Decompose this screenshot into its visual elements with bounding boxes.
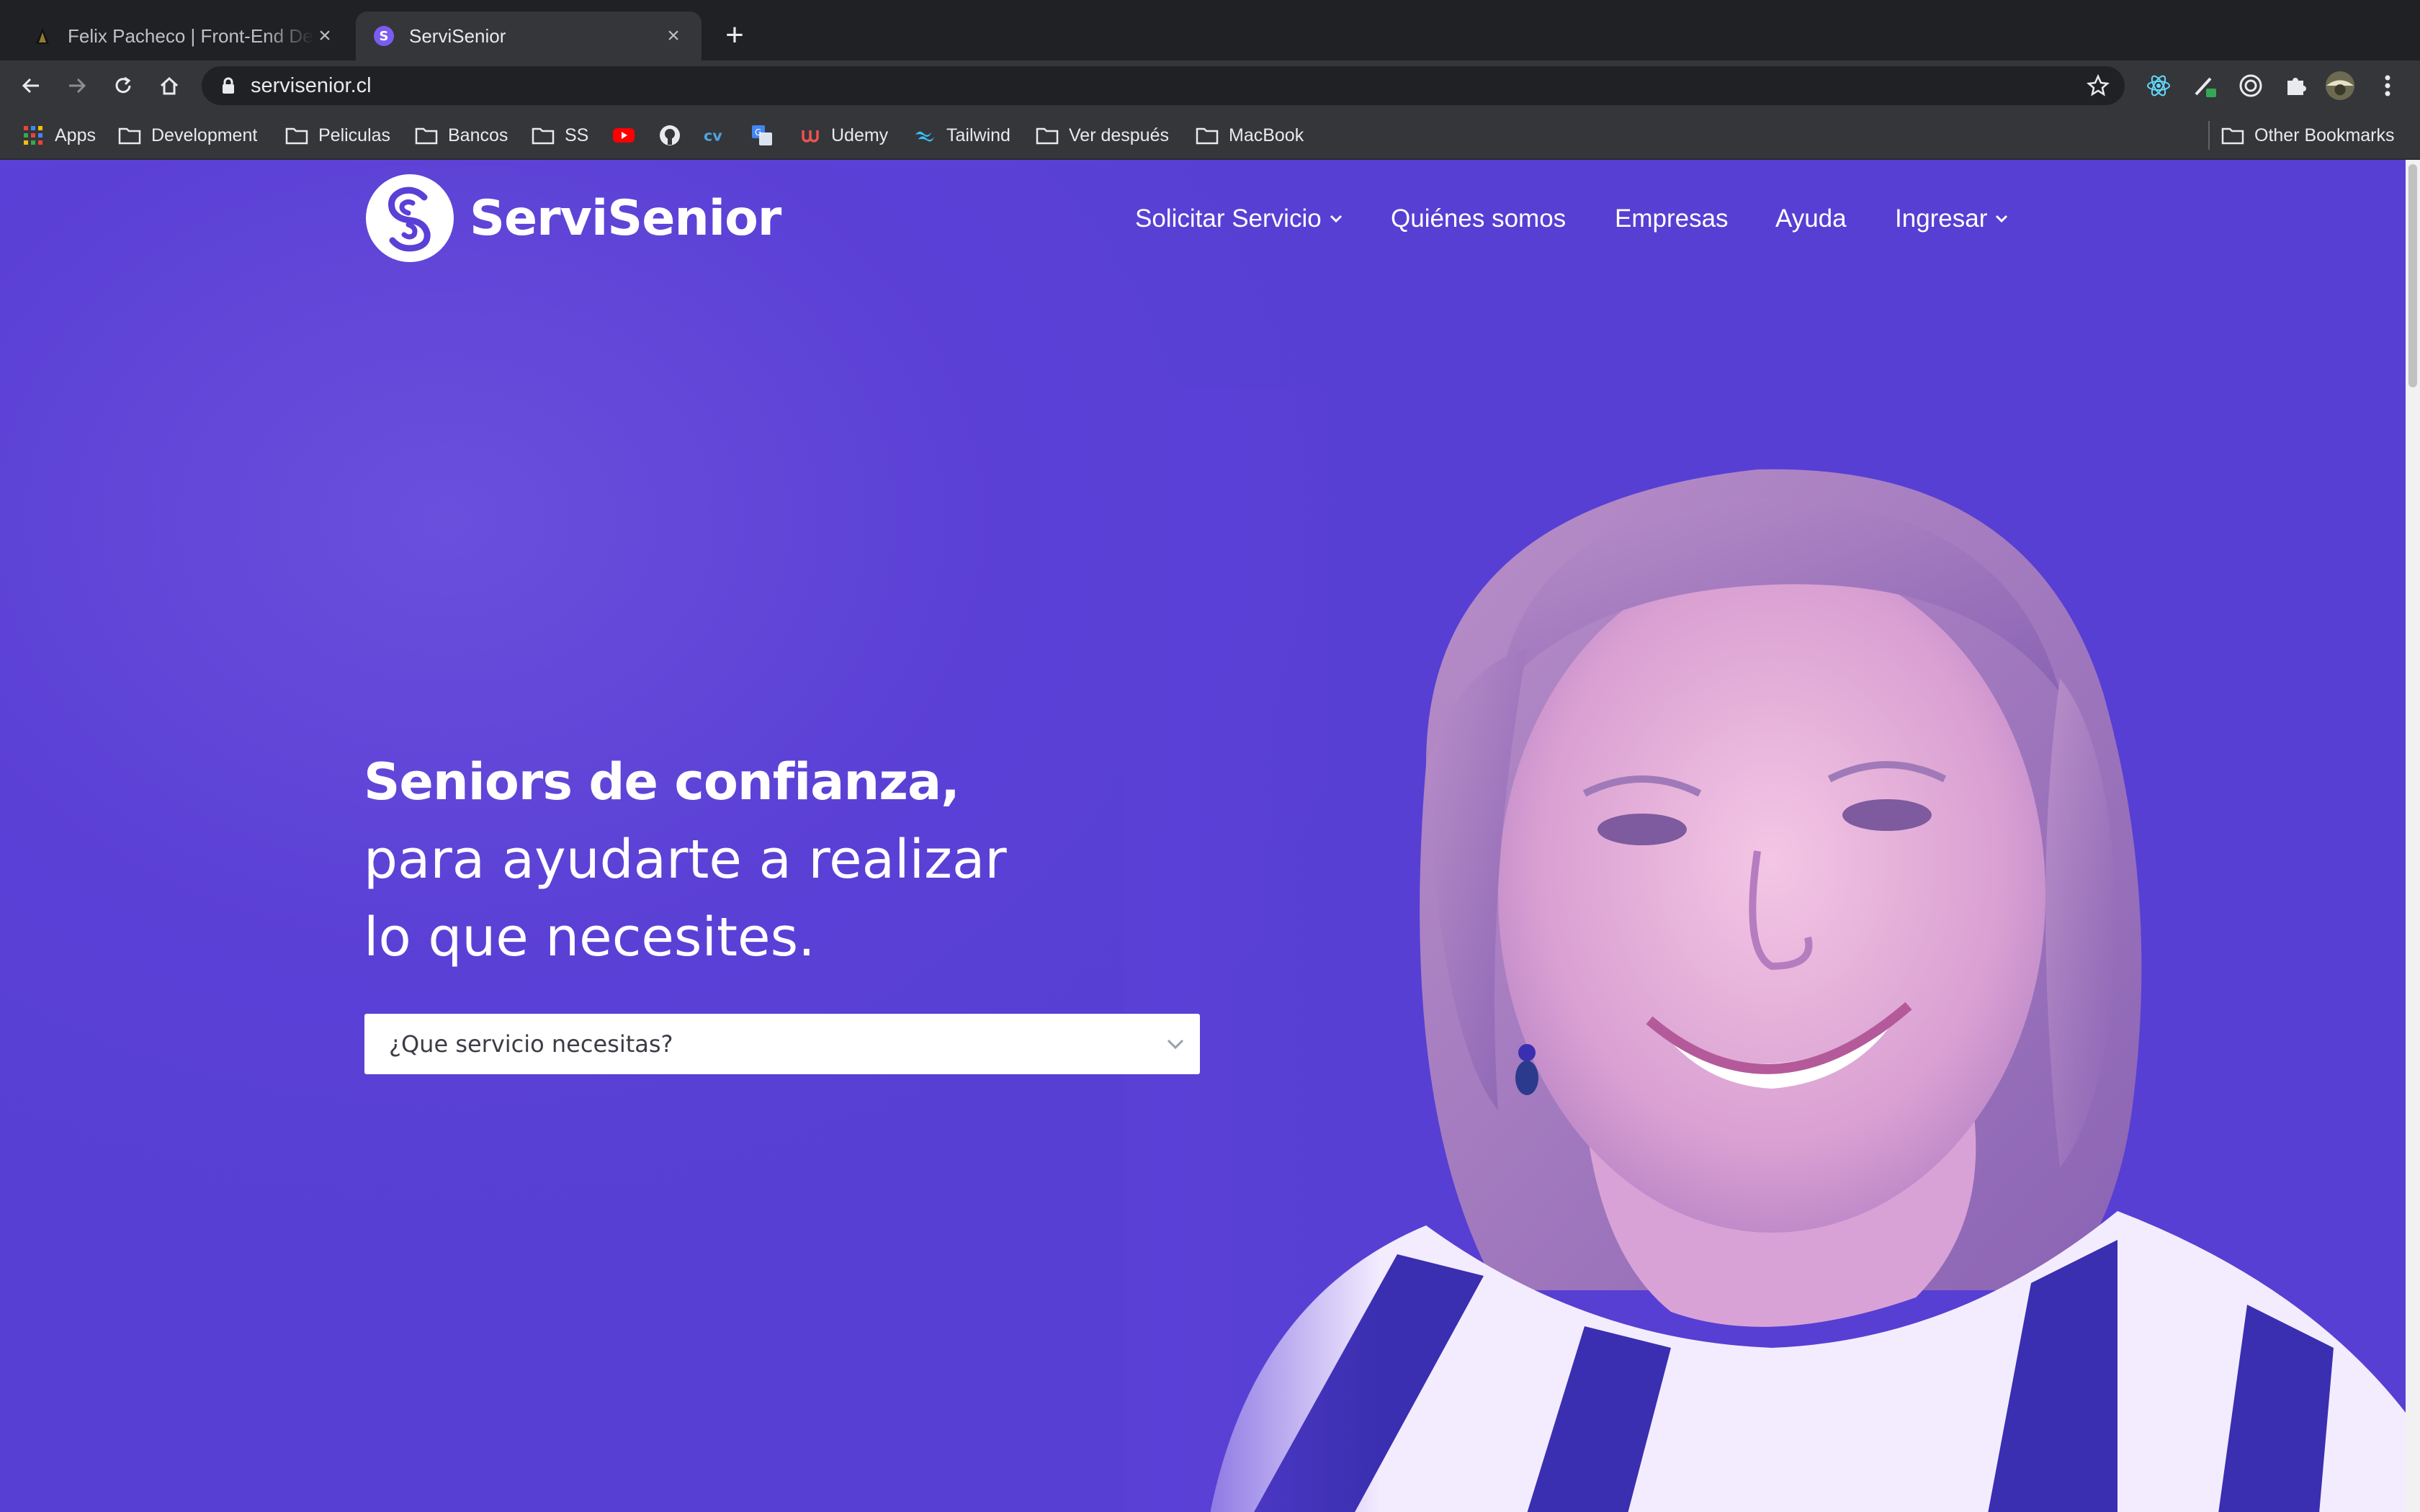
bookmark-label: Ver después (1069, 125, 1169, 145)
bookmark-label: SS (565, 125, 589, 145)
folder-icon (285, 124, 308, 147)
hero-line-1: Seniors de confianza, (364, 752, 960, 811)
bookmark-github[interactable] (658, 111, 691, 160)
tab-felix-pacheco[interactable]: Felix Pacheco | Front-End Developer × (14, 12, 353, 60)
bookmark-label: Other Bookmarks (2254, 125, 2395, 145)
tab-title: ServiSenior (409, 24, 506, 47)
youtube-icon (612, 124, 635, 147)
cv-icon: cv (703, 124, 726, 147)
nav-quienes-somos[interactable]: Quiénes somos (1391, 197, 1566, 240)
profile-avatar-icon[interactable] (2325, 71, 2355, 101)
bookmark-ss[interactable]: SS (532, 111, 588, 160)
bookmark-peliculas[interactable]: Peliculas (285, 111, 390, 160)
nav-label: Solicitar Servicio (1135, 204, 1322, 233)
hero-line-2: para ayudarte a realizar (364, 829, 1007, 891)
service-select-placeholder: ¿Que servicio necesitas? (389, 1030, 673, 1058)
close-tab-icon[interactable]: × (663, 24, 684, 48)
bookmarks-separator (2208, 121, 2210, 150)
bookmark-label: Apps (55, 125, 96, 145)
bookmark-translate[interactable]: G (750, 111, 784, 160)
home-icon[interactable] (151, 68, 187, 104)
page-viewport: ServiSenior Solicitar Servicio Quiénes s… (0, 160, 2406, 1512)
folder-icon (2221, 124, 2244, 147)
close-tab-icon[interactable]: × (314, 24, 336, 48)
svg-text:cv: cv (704, 127, 722, 145)
folder-icon (532, 124, 555, 147)
bookmark-label: Peliculas (318, 125, 391, 145)
bookmark-tailwind[interactable]: Tailwind (913, 111, 1010, 160)
nav-ayuda[interactable]: Ayuda (1775, 197, 1847, 240)
svg-text:G: G (755, 127, 761, 138)
service-select[interactable]: ¿Que servicio necesitas? (364, 1014, 1200, 1074)
nav-label: Empresas (1615, 204, 1729, 233)
bookmark-star-icon[interactable] (2086, 73, 2110, 98)
pen-tool-icon[interactable] (2190, 71, 2220, 101)
browser-menu-icon[interactable] (2372, 71, 2403, 101)
bookmark-youtube[interactable] (612, 111, 645, 160)
nav-label: Quiénes somos (1391, 204, 1567, 233)
hero-headline: Seniors de confianza, para ayudarte a re… (364, 743, 1007, 976)
tailwind-icon (913, 124, 936, 147)
bookmark-label: Bancos (448, 125, 508, 145)
bookmark-label: Tailwind (946, 125, 1010, 145)
folder-icon (118, 124, 141, 147)
bookmark-other-bookmarks[interactable]: Other Bookmarks (2221, 111, 2395, 160)
tab-title: Felix Pacheco | Front-End Developer (68, 24, 314, 47)
forward-arrow-icon[interactable] (59, 68, 95, 104)
extensions-puzzle-icon[interactable] (2280, 71, 2311, 101)
logo-text: ServiSenior (470, 189, 781, 247)
folder-icon (1196, 124, 1219, 147)
scrollbar-thumb[interactable] (2408, 164, 2417, 387)
bookmark-label: MacBook (1229, 125, 1304, 145)
bookmark-bancos[interactable]: Bancos (415, 111, 508, 160)
hero-woman-photo (1124, 390, 2406, 1512)
chevron-down-icon (1330, 215, 1342, 223)
udemy-icon (798, 124, 821, 147)
bookmark-apps[interactable]: Apps (22, 111, 96, 160)
bookmark-macbook[interactable]: MacBook (1196, 111, 1304, 160)
svg-text:S: S (380, 29, 389, 44)
apps-grid-icon (22, 124, 45, 147)
servisenior-logo-mark-icon (366, 174, 454, 262)
bookmark-udemy[interactable]: Udemy (798, 111, 888, 160)
hero-line-3: lo que necesites. (364, 906, 815, 968)
address-bar[interactable]: servisenior.cl (202, 66, 2125, 105)
back-arrow-icon[interactable] (13, 68, 49, 104)
folder-icon (1036, 124, 1059, 147)
tab-servisenior[interactable]: S ServiSenior × (356, 12, 702, 60)
servisenior-logo[interactable]: ServiSenior (366, 174, 781, 262)
site-favicon-icon (32, 25, 53, 47)
page-scrollbar[interactable] (2406, 160, 2420, 1512)
translate-icon: G (750, 124, 774, 147)
browser-toolbar: servisenior.cl (0, 60, 2420, 111)
servisenior-favicon-icon: S (373, 25, 395, 47)
chevron-down-icon (1996, 215, 2008, 223)
bookmarks-bar: Apps Development Peliculas Bancos SS cv … (0, 111, 2420, 160)
url-text: servisenior.cl (251, 74, 372, 97)
tab-strip: Felix Pacheco | Front-End Developer × S … (0, 0, 2420, 60)
nav-empresas[interactable]: Empresas (1615, 197, 1729, 240)
lock-icon (219, 76, 238, 95)
target-extension-icon[interactable] (2236, 71, 2266, 101)
nav-ingresar[interactable]: Ingresar (1895, 197, 2010, 240)
nav-label: Ayuda (1775, 204, 1847, 233)
nav-solicitar-servicio[interactable]: Solicitar Servicio (1135, 197, 1345, 240)
reload-icon[interactable] (105, 68, 141, 104)
bookmark-ver-despues[interactable]: Ver después (1036, 111, 1169, 160)
bookmark-development[interactable]: Development (118, 111, 257, 160)
nav-label: Ingresar (1895, 204, 1988, 233)
folder-icon (415, 124, 438, 147)
bookmark-label: Udemy (831, 125, 889, 145)
bookmark-cv[interactable]: cv (703, 111, 736, 160)
github-icon (658, 124, 681, 147)
bookmark-label: Development (151, 125, 258, 145)
chevron-down-icon (1167, 1039, 1184, 1050)
react-devtools-icon[interactable] (2143, 71, 2174, 101)
new-tab-button[interactable]: + (719, 17, 750, 53)
